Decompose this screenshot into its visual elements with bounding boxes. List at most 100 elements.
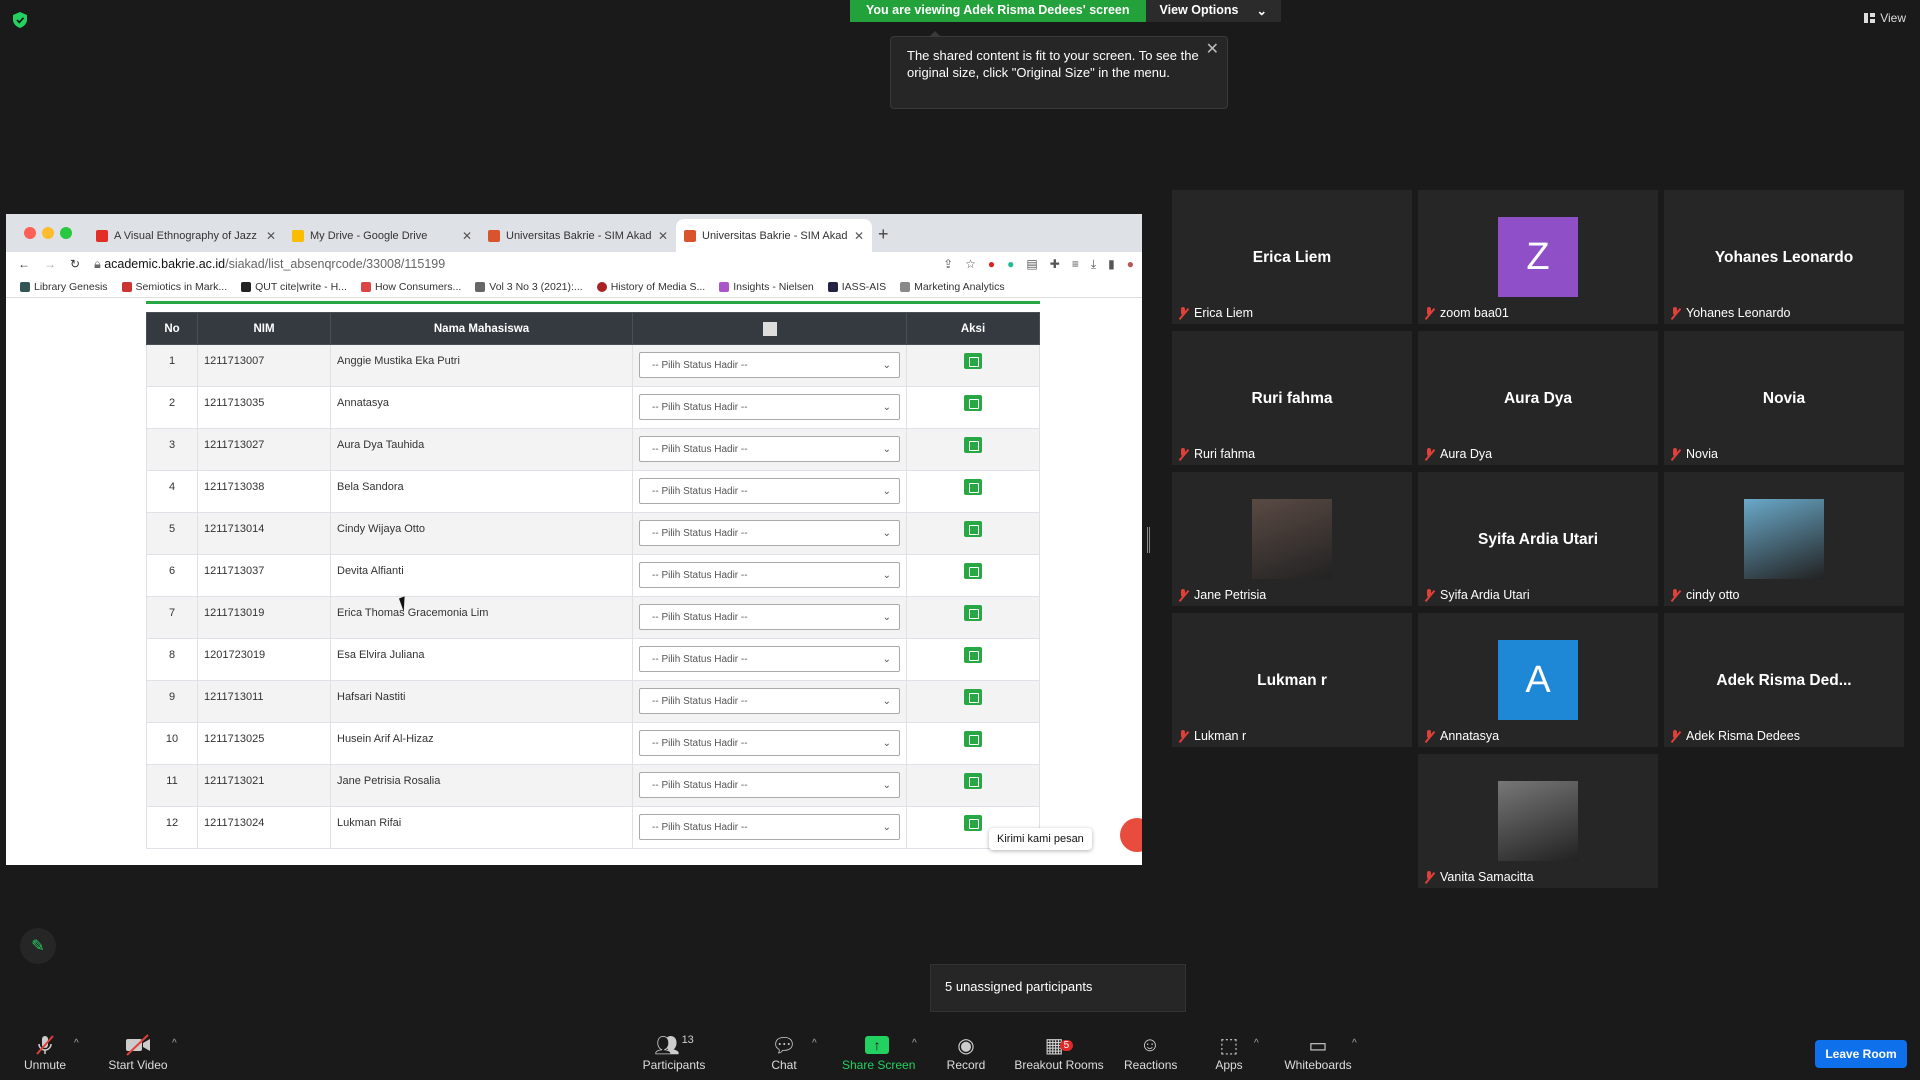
save-icon[interactable] — [964, 563, 982, 579]
star-icon[interactable]: ☆ — [965, 257, 976, 272]
security-shield-icon[interactable] — [13, 12, 27, 28]
attendance-status-select[interactable]: -- Pilih Status Hadir -- ⌄ — [639, 352, 900, 378]
apps-options-chevron-icon[interactable]: ^ — [1254, 1038, 1259, 1049]
select-all-checkbox[interactable] — [762, 321, 777, 336]
reload-icon[interactable]: ↻ — [70, 257, 80, 271]
attendance-status-select[interactable]: -- Pilih Status Hadir -- ⌄ — [639, 688, 900, 714]
share-screen-button[interactable]: ↑ Share Screen — [842, 1032, 915, 1072]
close-icon[interactable]: ✕ — [1206, 41, 1219, 58]
bookmark-item[interactable]: Library Genesis — [20, 281, 108, 293]
save-icon[interactable] — [964, 731, 982, 747]
browser-tab[interactable]: A Visual Ethnography of Jazz C ✕ — [88, 219, 284, 252]
close-tab-icon[interactable]: ✕ — [854, 229, 864, 243]
participant-tile[interactable]: Zzoom baa01 — [1418, 190, 1658, 324]
attendance-status-select[interactable]: -- Pilih Status Hadir -- ⌄ — [639, 604, 900, 630]
close-tab-icon[interactable]: ✕ — [658, 229, 668, 243]
close-tab-icon[interactable]: ✕ — [266, 229, 276, 243]
attendance-status-select[interactable]: -- Pilih Status Hadir -- ⌄ — [639, 562, 900, 588]
new-tab-icon[interactable]: + — [878, 224, 889, 245]
save-icon[interactable] — [964, 647, 982, 663]
save-icon[interactable] — [964, 437, 982, 453]
save-icon[interactable] — [964, 689, 982, 705]
participant-tile[interactable]: Yohanes Leonardo Yohanes Leonardo — [1664, 190, 1904, 324]
attendance-status-select[interactable]: -- Pilih Status Hadir -- ⌄ — [639, 436, 900, 462]
extension-icon[interactable]: ● — [1007, 257, 1014, 272]
attendance-status-select[interactable]: -- Pilih Status Hadir -- ⌄ — [639, 772, 900, 798]
attendance-status-select[interactable]: -- Pilih Status Hadir -- ⌄ — [639, 814, 900, 840]
save-icon[interactable] — [964, 605, 982, 621]
participants-button[interactable]: 👥︎ 13 Participants — [640, 1032, 708, 1072]
save-icon[interactable] — [964, 353, 982, 369]
record-button[interactable]: ◉ Record — [946, 1032, 986, 1073]
view-button[interactable]: View — [1864, 11, 1906, 25]
leave-room-button[interactable]: Leave Room — [1815, 1040, 1907, 1068]
participant-tile[interactable]: Adek Risma Ded... Adek Risma Dedees — [1664, 613, 1904, 747]
attendance-status-select[interactable]: -- Pilih Status Hadir -- ⌄ — [639, 646, 900, 672]
browser-tab[interactable]: My Drive - Google Drive ✕ — [284, 219, 480, 252]
start-video-button[interactable]: Start Video — [106, 1032, 170, 1072]
profile-avatar[interactable]: ● — [1127, 257, 1134, 272]
back-icon[interactable]: ← — [18, 257, 30, 271]
extension-icon[interactable]: ▤ — [1026, 257, 1037, 272]
chat-widget-tooltip[interactable]: Kirimi kami pesan — [989, 828, 1092, 850]
browser-tab[interactable]: Universitas Bakrie - SIM Akad ✕ — [480, 219, 676, 252]
participant-tile[interactable]: Lukman r Lukman r — [1172, 613, 1412, 747]
bookmark-item[interactable]: History of Media S... — [596, 281, 705, 293]
unassigned-participants-popup[interactable]: 5 unassigned participants — [930, 964, 1186, 1012]
unmute-button[interactable]: Unmute — [22, 1032, 68, 1072]
whiteboards-button[interactable]: ▭ Whiteboards — [1284, 1032, 1352, 1073]
save-icon[interactable] — [964, 479, 982, 495]
reactions-button[interactable]: ☺ Reactions — [1124, 1032, 1177, 1073]
browser-tab-active[interactable]: Universitas Bakrie - SIM Akad ✕ — [676, 219, 872, 252]
audio-options-chevron-icon[interactable]: ^ — [74, 1038, 79, 1049]
panel-resize-handle[interactable] — [1147, 527, 1150, 553]
chat-button[interactable]: 💬︎ Chat — [768, 1032, 800, 1073]
annotate-pencil-icon[interactable]: ✎ — [20, 928, 56, 964]
participant-tile[interactable]: Erica Liem Erica Liem — [1172, 190, 1412, 324]
participant-tile[interactable]: Vanita Samacitta — [1418, 754, 1658, 888]
view-options-button[interactable]: View Options ⌄ — [1145, 0, 1281, 22]
save-icon[interactable] — [964, 773, 982, 789]
close-tab-icon[interactable]: ✕ — [462, 229, 472, 243]
bookmark-item[interactable]: Vol 3 No 3 (2021):... — [475, 281, 583, 293]
attendance-status-select[interactable]: -- Pilih Status Hadir -- ⌄ — [639, 730, 900, 756]
participant-tile[interactable]: Aura Dya Aura Dya — [1418, 331, 1658, 465]
puzzle-icon[interactable]: ✚ — [1050, 257, 1060, 272]
save-icon[interactable] — [964, 815, 982, 831]
close-window-icon[interactable] — [24, 227, 36, 239]
chat-widget-icon[interactable] — [1120, 818, 1142, 852]
url-field[interactable]: 🔒︎ academic.bakrie.ac.id/siakad/list_abs… — [94, 257, 929, 272]
maximize-window-icon[interactable] — [60, 227, 72, 239]
save-icon[interactable] — [964, 395, 982, 411]
reading-list-icon[interactable]: ≡ — [1072, 257, 1079, 272]
extension-icon[interactable]: ● — [988, 257, 995, 272]
participant-tile[interactable]: Ruri fahma Ruri fahma — [1172, 331, 1412, 465]
share-icon[interactable]: ⇪ — [943, 257, 953, 272]
video-options-chevron-icon[interactable]: ^ — [172, 1038, 177, 1049]
attendance-status-select[interactable]: -- Pilih Status Hadir -- ⌄ — [639, 478, 900, 504]
muted-mic-icon — [1178, 448, 1188, 460]
sidebar-icon[interactable]: ▮ — [1108, 257, 1115, 272]
bookmark-item[interactable]: QUT cite|write - H... — [241, 281, 347, 293]
save-icon[interactable] — [964, 521, 982, 537]
bookmark-item[interactable]: Insights - Nielsen — [719, 281, 814, 293]
participant-tile[interactable]: A Annatasya — [1418, 613, 1658, 747]
participant-tile[interactable]: cindy otto — [1664, 472, 1904, 606]
bookmark-item[interactable]: Semiotics in Mark... — [121, 281, 227, 293]
minimize-window-icon[interactable] — [42, 227, 54, 239]
breakout-rooms-button[interactable]: ▦ 5 Breakout Rooms — [1014, 1032, 1104, 1073]
bookmark-item[interactable]: Marketing Analytics — [900, 281, 1005, 293]
participant-tile[interactable]: Novia Novia — [1664, 331, 1904, 465]
attendance-status-select[interactable]: -- Pilih Status Hadir -- ⌄ — [639, 394, 900, 420]
apps-button[interactable]: ⬚ Apps — [1214, 1032, 1244, 1073]
bookmark-item[interactable]: IASS-AIS — [827, 281, 886, 293]
bookmark-item[interactable]: How Consumers... — [360, 281, 461, 293]
chat-options-chevron-icon[interactable]: ^ — [812, 1038, 817, 1049]
attendance-status-select[interactable]: -- Pilih Status Hadir -- ⌄ — [639, 520, 900, 546]
whiteboard-options-chevron-icon[interactable]: ^ — [1352, 1038, 1357, 1049]
forward-icon[interactable]: → — [44, 257, 56, 271]
participant-tile[interactable]: Syifa Ardia Utari Syifa Ardia Utari — [1418, 472, 1658, 606]
share-options-chevron-icon[interactable]: ^ — [912, 1038, 917, 1049]
download-icon[interactable]: ⤓ — [1091, 257, 1096, 272]
participant-tile[interactable]: Jane Petrisia — [1172, 472, 1412, 606]
